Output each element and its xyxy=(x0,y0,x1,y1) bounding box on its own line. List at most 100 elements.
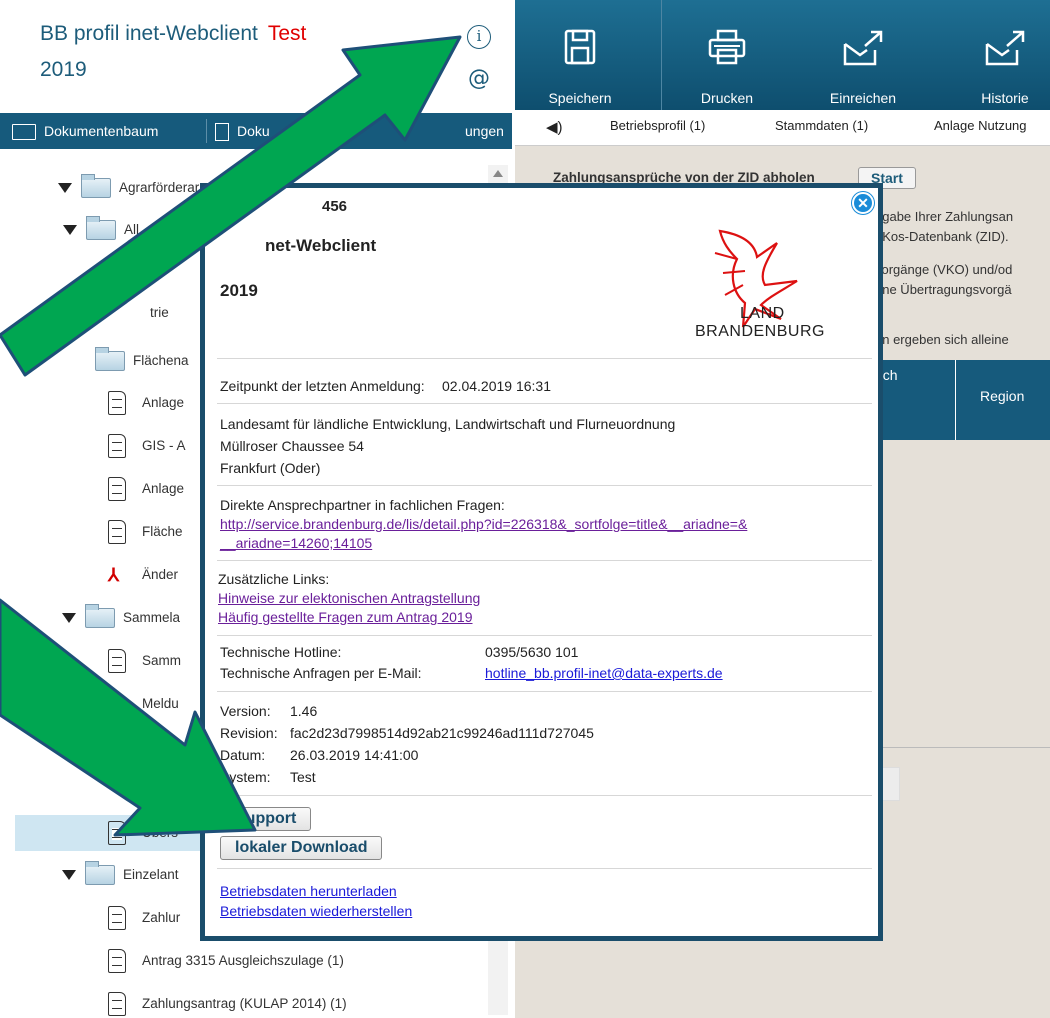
tree-item-meldung[interactable]: ⅄ Meldu xyxy=(108,686,179,722)
tab-anlage-nutzung[interactable]: Anlage Nutzung xyxy=(934,118,1027,133)
download-data-link[interactable]: Betriebsdaten herunterladen xyxy=(220,883,397,899)
org-street: Müllroser Chaussee 54 xyxy=(220,438,364,454)
additional-links-label: Zusätzliche Links: xyxy=(218,571,330,587)
grid-column-header[interactable]: Region xyxy=(980,388,1024,404)
printer-icon xyxy=(677,28,777,72)
document-icon xyxy=(108,391,126,416)
dialog-app-name: net-Webclient xyxy=(265,236,377,255)
tree-item-kulap[interactable]: Zahlungsantrag (KULAP 2014) (1) xyxy=(108,986,347,1018)
document-icon xyxy=(108,821,126,846)
expand-triangle-icon[interactable] xyxy=(63,225,77,236)
contact-at-icon[interactable]: @ xyxy=(467,68,491,92)
tree-item-flaechenantrag[interactable]: Flächena xyxy=(95,343,189,379)
tree-item-label: Anlage xyxy=(142,395,185,410)
hotline-value: 0395/5630 101 xyxy=(485,644,579,660)
local-download-button[interactable]: lokaler Download xyxy=(220,836,383,860)
info-text-line: eKos-Datenbank (ZID). xyxy=(875,229,1009,244)
close-icon[interactable]: ✕ xyxy=(852,192,874,214)
version-label: Version: xyxy=(220,703,271,719)
info-dialog: ✕ 456 net-Webclient 2019 LAND BRANDENBUR… xyxy=(200,183,883,941)
dialog-title-fragment: 456 xyxy=(322,198,348,215)
document-icon xyxy=(108,992,126,1017)
print-button-label: Drucken xyxy=(700,90,754,106)
save-button-label: Speichern xyxy=(548,90,612,106)
tree-item-einzelantraege[interactable]: Einzelant xyxy=(62,857,179,893)
org-name: Landesamt für ländliche Entwicklung, Lan… xyxy=(220,416,676,432)
support-button[interactable]: Support xyxy=(220,807,312,831)
history-button[interactable]: Historie xyxy=(955,0,1050,110)
revision-value: fac2d23d7998514d92ab21c99246ad111d727045 xyxy=(290,725,594,741)
tree-item-anlage-2[interactable]: Anlage xyxy=(108,471,184,507)
email-link[interactable]: hotline_bb.profil-inet@data-experts.de xyxy=(485,665,723,681)
tree-item-agrarfoerderung[interactable]: Agrarförderar xyxy=(58,170,199,206)
tree-item-flaeche[interactable]: Fläche xyxy=(108,514,183,550)
left-toolbar: Dokumentenbaum Doku ungen xyxy=(0,113,512,149)
scroll-up-icon[interactable] xyxy=(493,170,503,177)
tree-item-label: Zahlungsantrag (KULAP 2014) (1) xyxy=(142,996,347,1011)
tree-item-aenderung[interactable]: ⅄ Änder xyxy=(108,557,178,593)
tree-item-label: GIS - A xyxy=(142,438,186,453)
email-label: Technische Anfragen per E-Mail: xyxy=(220,665,422,681)
tree-item-label: Zahlur xyxy=(142,910,181,925)
expand-triangle-icon[interactable] xyxy=(58,183,72,194)
info-icon[interactable]: i xyxy=(467,25,491,49)
speaker-icon[interactable]: ◀) xyxy=(546,118,563,136)
tree-item-sammel-doc[interactable]: Samm xyxy=(108,643,181,679)
save-button[interactable]: Speichern xyxy=(530,0,630,110)
tree-item-antrag-3315[interactable]: Antrag 3315 Ausgleichszulage (1) xyxy=(108,943,344,979)
tree-item-zahlungsantrag[interactable]: Zahlur xyxy=(108,900,180,936)
contact-label: Direkte Ansprechpartner in fachlichen Fr… xyxy=(220,497,505,513)
folder-icon xyxy=(81,174,111,199)
document-icon xyxy=(108,649,126,674)
divider xyxy=(217,691,872,692)
tree-item-label: Flächena xyxy=(133,353,189,368)
info-text-line: ngabe Ihrer Zahlungsan xyxy=(875,209,1014,224)
hotline-label: Technische Hotline: xyxy=(220,644,342,660)
tree-item-allgemein[interactable]: All xyxy=(58,212,139,248)
app-title-text: BB profil inet-Webclient xyxy=(40,22,258,45)
tree-item-label: Sammela xyxy=(123,610,181,625)
document-icon xyxy=(108,949,126,974)
document-icon xyxy=(108,434,126,459)
submit-button[interactable]: Einreichen xyxy=(813,0,913,110)
divider xyxy=(217,560,872,561)
tab-document-tree[interactable]: Dokumentenbaum xyxy=(12,113,158,149)
tab-stammdaten[interactable]: Stammdaten (1) xyxy=(775,118,868,133)
info-text-line: en ergeben sich alleine xyxy=(875,332,1009,347)
expand-triangle-icon[interactable] xyxy=(62,613,76,624)
tree-item-label: All xyxy=(124,222,140,237)
version-value: 1.46 xyxy=(290,703,318,719)
tree-item-gis[interactable]: GIS - A xyxy=(108,428,186,464)
info-text-line: ene Übertragungsvorgä xyxy=(875,282,1012,297)
document-icon xyxy=(108,477,126,502)
system-value: Test xyxy=(290,769,316,785)
divider xyxy=(217,868,872,869)
tree-item-label: Anlage xyxy=(142,481,185,496)
print-button[interactable]: Drucken xyxy=(677,0,777,110)
restore-data-link[interactable]: Betriebsdaten wiederherstellen xyxy=(220,903,412,919)
faq-link[interactable]: Häufig gestellte Fragen zum Antrag 2019 xyxy=(218,609,473,625)
toolbar-divider xyxy=(661,0,662,110)
dialog-year: 2019 xyxy=(220,281,258,300)
tree-item-sammelantrag[interactable]: Sammela xyxy=(62,600,180,636)
tree-item-betrieb[interactable]: trie xyxy=(150,295,169,331)
tree-item-label: Samm xyxy=(142,653,182,668)
tab-documents[interactable]: Doku xyxy=(215,113,270,149)
tab-betriebsprofil[interactable]: Betriebsprofil (1) xyxy=(610,118,705,133)
document-icon xyxy=(215,123,229,142)
contact-link-continued[interactable]: __ariadne=14260;14105 xyxy=(220,535,372,551)
folder-icon xyxy=(95,347,125,372)
date-value: 26.03.2019 14:41:00 xyxy=(290,747,419,763)
tree-item-anlage-1[interactable]: Anlage xyxy=(108,385,184,421)
pdf-icon: ⅄ xyxy=(108,565,119,586)
app-year: 2019 xyxy=(40,58,87,81)
hints-link[interactable]: Hinweise zur elektonischen Antragstellun… xyxy=(218,590,480,606)
app-title: BB profil inet-Webclient Test xyxy=(40,22,306,46)
tab-settings[interactable]: ungen xyxy=(465,113,504,149)
contact-link[interactable]: http://service.brandenburg.de/lis/detail… xyxy=(220,516,747,532)
tree-item-label: trie xyxy=(150,305,169,320)
logo-text-brandenburg: BRANDENBURG xyxy=(695,323,825,340)
expand-triangle-icon[interactable] xyxy=(62,870,76,881)
last-login-label: Zeitpunkt der letzten Anmeldung: xyxy=(220,378,425,394)
date-label: Datum: xyxy=(220,747,266,763)
